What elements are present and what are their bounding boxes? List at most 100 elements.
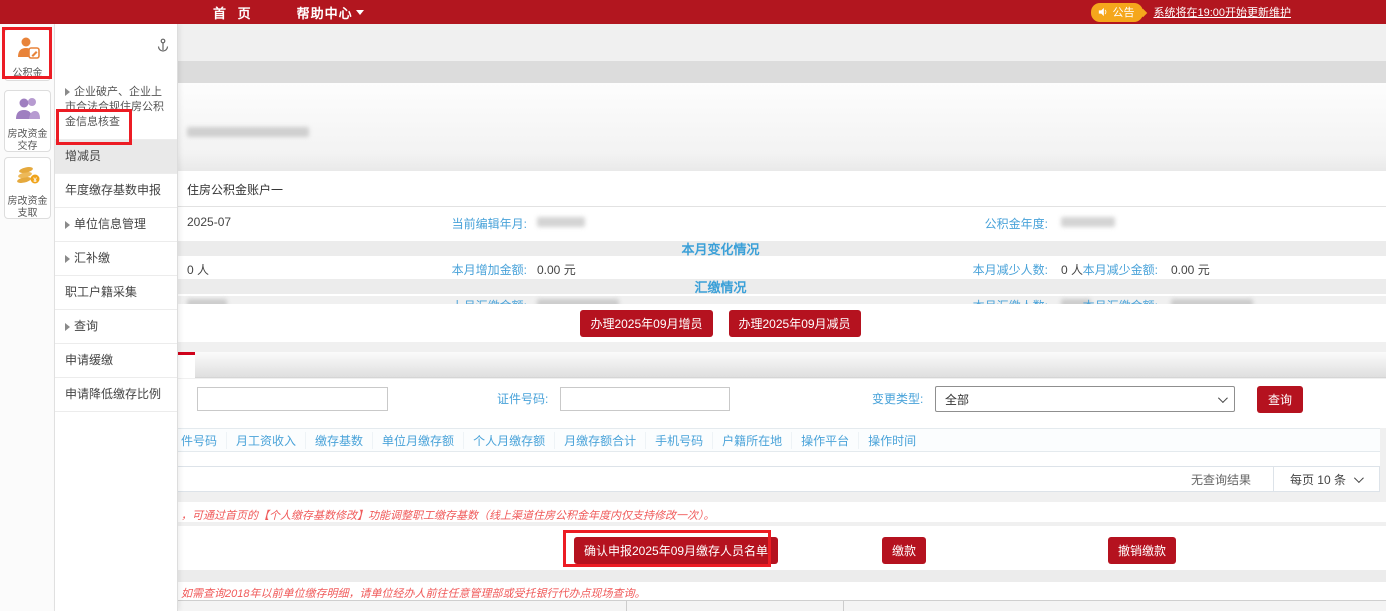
label-added-amount: 本月增加金额: — [397, 261, 527, 278]
table-body-empty — [55, 452, 1380, 466]
divider-band — [55, 570, 1386, 582]
menu-item-niandujiaocunjishu[interactable]: 年度缴存基数申报 — [55, 174, 177, 208]
column-header[interactable]: 个人月缴存额 — [464, 432, 555, 449]
top-bar: 首 页 帮助中心 公告 系统将在19:00开始更新维护 — [0, 0, 1386, 24]
column-header[interactable]: 手机号码 — [646, 432, 713, 449]
announcement-badge-label: 公告 — [1112, 4, 1134, 20]
section-title: 汇缴情况 — [694, 280, 746, 295]
nav-help-center[interactable]: 帮助中心 — [297, 3, 364, 22]
arrow-right-icon — [65, 323, 70, 331]
sidebar-item-gongjijin[interactable]: 公积金 — [4, 29, 51, 81]
overview-row-1: 2025-07 当前编辑年月: 公积金年度: — [55, 215, 1386, 231]
section-title: 本月变化情况 — [681, 242, 759, 257]
arrow-right-icon — [65, 255, 70, 263]
menu-item-label: 汇补缴 — [74, 251, 110, 265]
svg-text:¥: ¥ — [33, 177, 37, 184]
menu-item-label: 申请缓缴 — [65, 353, 113, 367]
cancel-pay-button[interactable]: 撤销缴款 — [1108, 537, 1176, 564]
menu-item-shenqinghuanjiao[interactable]: 申请缓缴 — [55, 344, 177, 378]
pagination-bar: 无查询结果 每页 10 条 — [55, 466, 1380, 492]
sidebar-item-label: 房改资金交存 — [7, 129, 48, 153]
remove-member-button[interactable]: 办理2025年09月减员 — [729, 310, 861, 337]
value-added-amount: 0.00 元 — [537, 261, 576, 278]
redacted-value — [537, 217, 585, 227]
divider — [843, 601, 844, 611]
maintenance-notice-link[interactable]: 系统将在19:00开始更新维护 — [1153, 4, 1291, 20]
column-header[interactable]: 操作时间 — [859, 432, 925, 449]
sidebar-item-fanggai-jiaocun[interactable]: 房改资金交存 — [4, 90, 51, 152]
section-bar-remittance: 汇缴情况 — [55, 279, 1386, 294]
menu-item-label: 年度缴存基数申报 — [65, 183, 161, 197]
divider — [626, 601, 627, 611]
menu-item-huibujiao[interactable]: 汇补缴 — [55, 242, 177, 276]
submenu-list: 企业破产、企业上市合法合规住房公积金信息核查 增减员 年度缴存基数申报 单位信息… — [55, 76, 177, 412]
query-button[interactable]: 查询 — [1257, 386, 1303, 413]
menu-item-zhigonghuji[interactable]: 职工户籍采集 — [55, 276, 177, 310]
sidebar-item-label: 房改资金支取 — [7, 196, 48, 220]
change-type-label: 变更类型: — [872, 387, 923, 411]
table-header-row: 件号码 月工资收入 缴存基数 单位月缴存额 个人月缴存额 月缴存额合计 手机号码… — [55, 428, 1380, 452]
submenu-panel: 企业破产、企业上市合法合规住房公积金信息核查 增减员 年度缴存基数申报 单位信息… — [55, 24, 178, 611]
people-icon — [14, 96, 42, 127]
column-header[interactable]: 单位月缴存额 — [373, 432, 464, 449]
page-size-label: 每页 10 条 — [1290, 471, 1346, 488]
account-label: 住房公积金账户一 — [187, 181, 283, 198]
id-number-label: 证件号码: — [497, 387, 548, 411]
value-added-count: 0 人 — [187, 261, 209, 278]
anchor-pin-icon[interactable] — [157, 38, 169, 57]
column-header[interactable]: 月缴存额合计 — [555, 432, 646, 449]
column-header[interactable]: 缴存基数 — [306, 432, 373, 449]
id-number-input[interactable] — [560, 387, 730, 411]
label-reduced-amount: 本月减少金额: — [1028, 261, 1158, 278]
arrow-right-icon — [65, 88, 70, 96]
speaker-icon — [1098, 7, 1108, 17]
person-edit-icon — [15, 35, 41, 66]
section-bar-monthly-change: 本月变化情况 — [55, 241, 1386, 256]
menu-item-zengjianyuan[interactable]: 增减员 — [55, 140, 177, 174]
sidebar-item-fanggai-zhiqu[interactable]: ¥ 房改资金支取 — [4, 157, 51, 219]
change-type-value: 全部 — [945, 391, 969, 408]
filter-panel: 证件号码: 变更类型: 全部 查询 — [55, 379, 1386, 428]
overview-row-2: 0 人 本月增加金额: 0.00 元 本月减少人数: 0 人 本月减少金额: 0… — [55, 261, 1386, 277]
name-input[interactable] — [197, 387, 388, 411]
menu-item-label: 查询 — [74, 319, 98, 333]
menu-item-label: 增减员 — [65, 149, 101, 163]
confirm-declare-button[interactable]: 确认申报2025年09月缴存人员名单 — [574, 537, 778, 564]
menu-item-label: 企业破产、企业上市合法合规住房公积金信息核查 — [65, 86, 164, 128]
column-header[interactable]: 户籍所在地 — [713, 432, 792, 449]
menu-item-qiyepochan[interactable]: 企业破产、企业上市合法合规住房公积金信息核查 — [55, 76, 177, 140]
overview-panel: 住房公积金账户一 2025-07 当前编辑年月: 公积金年度: 本月变化情况 0… — [55, 83, 1386, 296]
menu-item-label: 单位信息管理 — [74, 217, 146, 231]
divider — [55, 206, 1386, 207]
menu-item-danweixinxi[interactable]: 单位信息管理 — [55, 208, 177, 242]
monthly-actions-panel: 办理2025年09月增员 办理2025年09月减员 — [55, 304, 1386, 342]
sidebar-item-label: 公积金 — [13, 68, 43, 80]
top-nav: 首 页 帮助中心 — [213, 0, 364, 24]
chevron-down-icon — [356, 10, 364, 15]
column-header[interactable]: 操作平台 — [792, 432, 859, 449]
empty-result-text: 无查询结果 — [1191, 471, 1251, 488]
redacted-value — [1061, 217, 1115, 227]
label-fund-year: 公积金年度: — [918, 215, 1048, 232]
announcement-badge: 公告 — [1091, 3, 1143, 22]
history-query-note: 如需查询2018年以前单位缴存明细，请单位经办人前往任意管理部或受托银行代办点现… — [181, 585, 645, 601]
column-header[interactable]: 件号码 — [181, 432, 227, 449]
coins-icon: ¥ — [14, 163, 42, 194]
menu-item-label: 申请降低缴存比例 — [65, 387, 161, 401]
change-type-select[interactable]: 全部 — [935, 386, 1235, 412]
tab-bar — [55, 352, 1386, 378]
confirm-actions-panel: 确认申报2025年09月缴存人员名单 缴款 撤销缴款 — [55, 526, 1386, 570]
chevron-down-icon — [1354, 473, 1364, 483]
menu-item-jiangdibili[interactable]: 申请降低缴存比例 — [55, 378, 177, 412]
header-band — [55, 61, 1386, 83]
pay-button[interactable]: 缴款 — [882, 537, 926, 564]
value-reduced-amount: 0.00 元 — [1171, 261, 1210, 278]
column-header[interactable]: 月工资收入 — [227, 432, 306, 449]
nav-home[interactable]: 首 页 — [213, 3, 255, 22]
add-member-button[interactable]: 办理2025年09月增员 — [580, 310, 712, 337]
menu-item-chaxun[interactable]: 查询 — [55, 310, 177, 344]
page-size-select[interactable]: 每页 10 条 — [1273, 467, 1361, 491]
base-adjust-note: ，可通过首页的【个人缴存基数修改】功能调整职工缴存基数（线上渠道住房公积金年度内… — [181, 507, 715, 523]
value-current-month: 2025-07 — [187, 215, 231, 229]
menu-item-label: 职工户籍采集 — [65, 285, 137, 299]
